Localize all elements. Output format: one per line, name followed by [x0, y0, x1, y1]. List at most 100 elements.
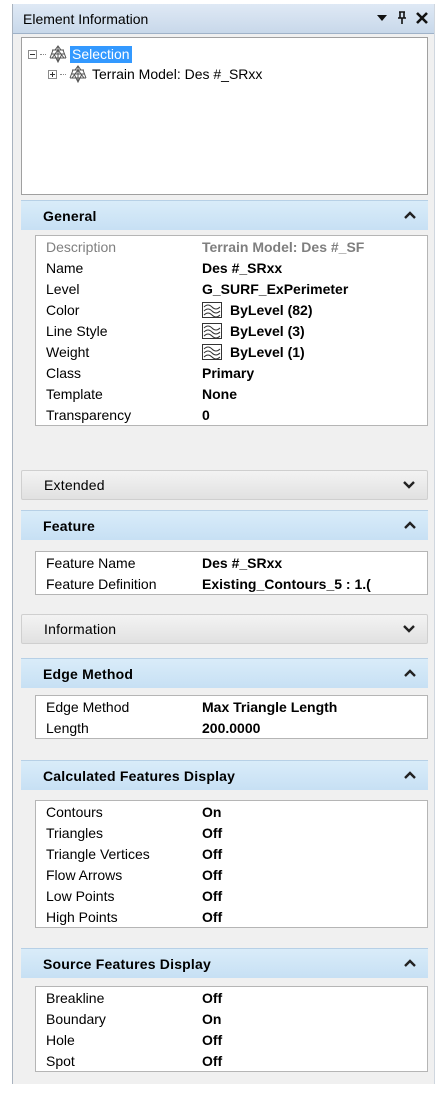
property-value[interactable]: Max Triangle Length — [202, 699, 337, 715]
property-value[interactable]: Off — [202, 867, 222, 883]
property-value[interactable]: On — [202, 804, 221, 820]
property-label: Color — [46, 301, 80, 318]
section-header-source-features-display[interactable]: Source Features Display — [21, 948, 428, 978]
property-value[interactable]: On — [202, 1011, 221, 1027]
property-label: Boundary — [46, 1010, 106, 1027]
tree-node-selection[interactable]: Selection — [28, 45, 132, 63]
property-row[interactable]: Contours On — [36, 801, 427, 822]
element-information-panel: Element Information Selection Terrain Mo… — [12, 4, 435, 1084]
terrain-model-icon — [68, 65, 88, 83]
property-value[interactable]: Des #_SRxx — [202, 260, 282, 276]
terrain-model-icon — [48, 45, 68, 63]
property-value[interactable]: 0 — [202, 407, 210, 423]
property-label: Feature Definition — [46, 575, 157, 592]
property-row[interactable]: Color ByLevel (82) — [36, 299, 427, 320]
pin-icon[interactable] — [394, 9, 410, 27]
property-value[interactable]: Off — [202, 846, 222, 862]
property-label: Feature Name — [46, 554, 136, 571]
expand-toggle-icon[interactable] — [48, 69, 57, 79]
property-row[interactable]: Level G_SURF_ExPerimeter — [36, 278, 427, 299]
property-value-text: ByLevel (82) — [230, 301, 313, 318]
property-value[interactable]: G_SURF_ExPerimeter — [202, 281, 348, 297]
property-row[interactable]: Feature Definition Existing_Contours_5 :… — [36, 573, 427, 594]
section-header-general[interactable]: General — [21, 200, 428, 230]
property-label: Level — [46, 280, 80, 297]
property-row[interactable]: Breakline Off — [36, 987, 427, 1008]
dropdown-arrow-icon[interactable] — [374, 9, 390, 27]
property-value[interactable]: Des #_SRxx — [202, 555, 282, 571]
property-label: Edge Method — [46, 698, 130, 715]
tree-node-terrain-model[interactable]: Terrain Model: Des #_SRxx — [48, 65, 264, 83]
close-icon[interactable] — [414, 9, 430, 27]
chevron-up-icon[interactable] — [404, 770, 416, 780]
property-row[interactable]: Length 200.0000 — [36, 717, 427, 738]
property-value[interactable]: None — [202, 386, 237, 402]
property-row[interactable]: Name Des #_SRxx — [36, 257, 427, 278]
property-row[interactable]: Weight ByLevel (1) — [36, 341, 427, 362]
section-title: Feature — [43, 517, 95, 534]
section-title: Extended — [44, 477, 105, 493]
property-value-text: ByLevel (1) — [230, 343, 305, 360]
section-header-calculated-features-display[interactable]: Calculated Features Display — [21, 760, 428, 790]
property-row[interactable]: Transparency 0 — [36, 404, 427, 425]
property-row[interactable]: Line Style ByLevel (3) — [36, 320, 427, 341]
section-header-extended[interactable]: Extended — [21, 470, 428, 500]
section-body-general: Description Terrain Model: Des #_SF Name… — [35, 235, 428, 426]
property-row[interactable]: Spot Off — [36, 1050, 427, 1071]
property-row[interactable]: Triangle Vertices Off — [36, 843, 427, 864]
property-label: Spot — [46, 1052, 75, 1069]
property-value[interactable]: Off — [202, 1053, 222, 1069]
property-value[interactable]: 200.0000 — [202, 720, 260, 736]
property-label: Flow Arrows — [46, 866, 123, 883]
property-row[interactable]: Template None — [36, 383, 427, 404]
chevron-down-icon[interactable] — [403, 480, 415, 490]
weight-symbol-icon — [202, 344, 222, 360]
chevron-down-icon[interactable] — [403, 624, 415, 634]
section-title: Calculated Features Display — [43, 767, 236, 784]
property-value-color[interactable]: ByLevel (82) — [202, 301, 313, 318]
property-label: Hole — [46, 1031, 75, 1048]
property-row[interactable]: Hole Off — [36, 1029, 427, 1050]
property-row[interactable]: High Points Off — [36, 906, 427, 927]
property-value-weight[interactable]: ByLevel (1) — [202, 343, 305, 360]
chevron-up-icon[interactable] — [404, 668, 416, 678]
property-label: Contours — [46, 803, 103, 820]
property-value[interactable]: Existing_Contours_5 : 1.( — [202, 576, 371, 592]
property-row[interactable]: Edge Method Max Triangle Length — [36, 696, 427, 717]
property-value[interactable]: Off — [202, 825, 222, 841]
property-value: Terrain Model: Des #_SF — [202, 238, 365, 255]
property-row[interactable]: Flow Arrows Off — [36, 864, 427, 885]
property-label: Low Points — [46, 887, 115, 904]
section-body-source: Breakline Off Boundary On Hole Off Spot … — [35, 986, 428, 1072]
section-header-information[interactable]: Information — [21, 614, 428, 644]
panel-title: Element Information — [23, 10, 149, 27]
property-value[interactable]: Off — [202, 1032, 222, 1048]
property-row[interactable]: Triangles Off — [36, 822, 427, 843]
property-value-line-style[interactable]: ByLevel (3) — [202, 322, 305, 339]
section-title: Source Features Display — [43, 955, 211, 972]
property-row[interactable]: Feature Name Des #_SRxx — [36, 552, 427, 573]
line-style-symbol-icon — [202, 323, 222, 339]
section-header-feature[interactable]: Feature — [21, 510, 428, 540]
section-title: Edge Method — [43, 665, 134, 682]
property-row[interactable]: Boundary On — [36, 1008, 427, 1029]
collapse-toggle-icon[interactable] — [28, 49, 37, 59]
chevron-up-icon[interactable] — [404, 210, 416, 220]
property-row[interactable]: Class Primary — [36, 362, 427, 383]
property-value[interactable]: Primary — [202, 365, 254, 381]
property-label: Line Style — [46, 322, 108, 339]
chevron-up-icon[interactable] — [404, 958, 416, 968]
property-label: Description — [46, 238, 117, 255]
property-value[interactable]: Off — [202, 888, 222, 904]
property-row[interactable]: Low Points Off — [36, 885, 427, 906]
color-symbol-icon — [202, 302, 222, 318]
tree-label-terrain-model[interactable]: Terrain Model: Des #_SRxx — [90, 66, 264, 83]
property-label: Transparency — [46, 406, 132, 423]
property-label: Triangles — [46, 824, 104, 841]
property-value[interactable]: Off — [202, 909, 222, 925]
tree-label-selection[interactable]: Selection — [70, 45, 132, 63]
chevron-up-icon[interactable] — [404, 520, 416, 530]
section-header-edge-method[interactable]: Edge Method — [21, 658, 428, 688]
section-body-edge-method: Edge Method Max Triangle Length Length 2… — [35, 695, 428, 739]
property-value[interactable]: Off — [202, 990, 222, 1006]
